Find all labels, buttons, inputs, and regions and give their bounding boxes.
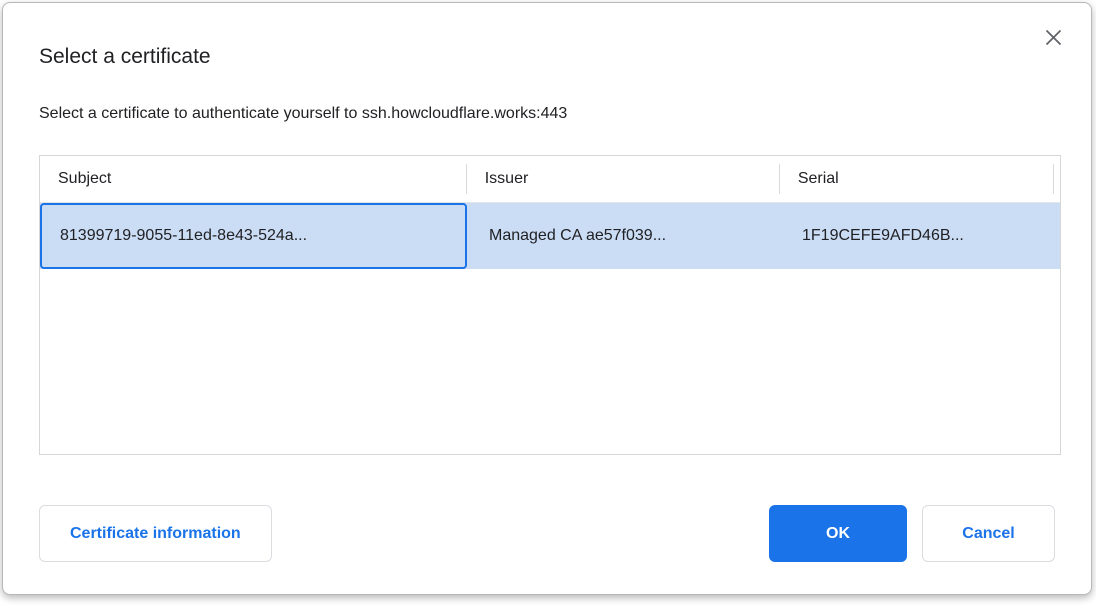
- column-gutter: [1054, 156, 1060, 202]
- footer-action-buttons: OK Cancel: [769, 505, 1055, 562]
- dialog-footer: Certificate information OK Cancel: [39, 505, 1055, 562]
- certificate-table: Subject Issuer Serial 81399719-9055-11ed…: [39, 155, 1061, 455]
- ok-button[interactable]: OK: [769, 505, 907, 562]
- dialog-subtitle: Select a certificate to authenticate you…: [39, 103, 1055, 125]
- column-header-serial: Serial: [780, 156, 1053, 202]
- certificate-row-selected[interactable]: 81399719-9055-11ed-8e43-524a... Managed …: [40, 203, 1060, 269]
- cancel-button[interactable]: Cancel: [922, 505, 1055, 562]
- dialog-title: Select a certificate: [39, 43, 1055, 71]
- table-header-row: Subject Issuer Serial: [40, 156, 1060, 203]
- cell-issuer: Managed CA ae57f039...: [467, 203, 780, 269]
- cell-serial: 1F19CEFE9AFD46B...: [780, 203, 1054, 269]
- table-body: 81399719-9055-11ed-8e43-524a... Managed …: [40, 203, 1060, 455]
- close-button[interactable]: [1041, 25, 1065, 49]
- close-icon: [1045, 29, 1062, 46]
- select-certificate-dialog: Select a certificate Select a certificat…: [2, 2, 1092, 595]
- cell-subject: 81399719-9055-11ed-8e43-524a...: [40, 203, 467, 269]
- column-header-subject: Subject: [40, 156, 466, 202]
- certificate-information-button[interactable]: Certificate information: [39, 505, 272, 562]
- column-header-issuer: Issuer: [467, 156, 779, 202]
